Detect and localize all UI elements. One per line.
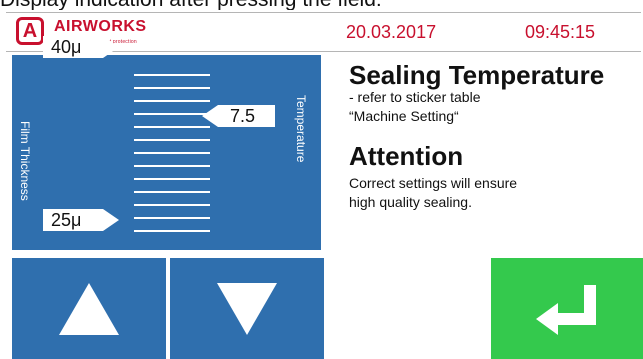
triangle-up-icon	[59, 282, 119, 335]
scale-segment	[134, 167, 210, 180]
increase-button[interactable]	[12, 258, 166, 359]
airworks-logo-icon: A	[16, 17, 44, 45]
enter-arrow-icon	[536, 284, 596, 335]
scale-segment	[134, 219, 210, 232]
scale-segment	[134, 89, 210, 102]
scale-segment	[134, 193, 210, 206]
screenshot-caption: Display indication after pressing the fi…	[0, 0, 643, 10]
film-thickness-label: Film Thickness	[18, 121, 32, 201]
enter-button[interactable]	[491, 258, 643, 359]
scale-segment	[134, 102, 210, 115]
scale-segment	[134, 115, 210, 128]
scale-segment	[134, 63, 210, 76]
temperature-value-marker: 7.5	[202, 105, 275, 127]
date-display: 20.03.2017	[346, 22, 437, 42]
sealing-temperature-title: Sealing Temperature	[349, 60, 605, 90]
triangle-down-icon	[217, 282, 277, 335]
scale-segment	[134, 141, 210, 154]
brand-name: AIRWORKS	[54, 18, 147, 35]
scale-segment	[134, 128, 210, 141]
instruction-line-2: “Machine Setting“	[349, 108, 459, 124]
max-thickness-marker: 40μ	[43, 36, 119, 58]
temperature-label: Temperature	[294, 95, 308, 163]
temperature-scale	[134, 63, 210, 232]
scale-segment	[134, 76, 210, 89]
attention-title: Attention	[349, 141, 464, 171]
scale-segment	[134, 154, 210, 167]
scale-segment	[134, 180, 210, 193]
instruction-line-1: - refer to sticker table	[349, 89, 481, 105]
decrease-button[interactable]	[170, 258, 324, 359]
min-thickness-marker: 25μ	[43, 209, 119, 231]
scale-segment	[134, 206, 210, 219]
attention-line-2: high quality sealing.	[349, 194, 472, 210]
attention-line-1: Correct settings will ensure	[349, 175, 518, 191]
time-display: 09:45:15	[525, 22, 596, 42]
